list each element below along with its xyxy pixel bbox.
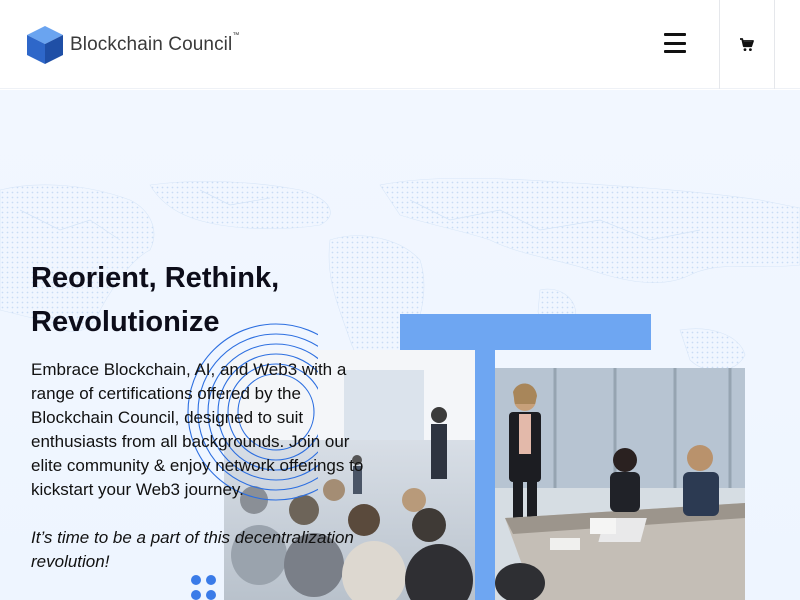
hero-section: Reorient, Rethink, Revolutionize Embrace…	[0, 90, 800, 600]
decorative-dots	[191, 575, 216, 600]
office-meeting-image	[495, 368, 745, 600]
hero-tagline: It’s time to be a part of this decentral…	[31, 528, 354, 571]
site-header: Blockchain Council™	[0, 0, 800, 89]
cart-button[interactable]	[719, 0, 775, 89]
hamburger-menu-icon[interactable]	[664, 33, 686, 53]
trademark-symbol: ™	[232, 32, 240, 39]
decorative-blue-bar	[475, 350, 495, 600]
logo-cube-icon	[27, 26, 63, 64]
shopping-cart-icon	[740, 37, 754, 51]
hero-description: Embrace Blockchain, AI, and Web3 with a …	[31, 360, 364, 499]
logo-text: Blockchain Council™	[70, 32, 240, 55]
logo[interactable]: Blockchain Council™	[24, 24, 239, 66]
